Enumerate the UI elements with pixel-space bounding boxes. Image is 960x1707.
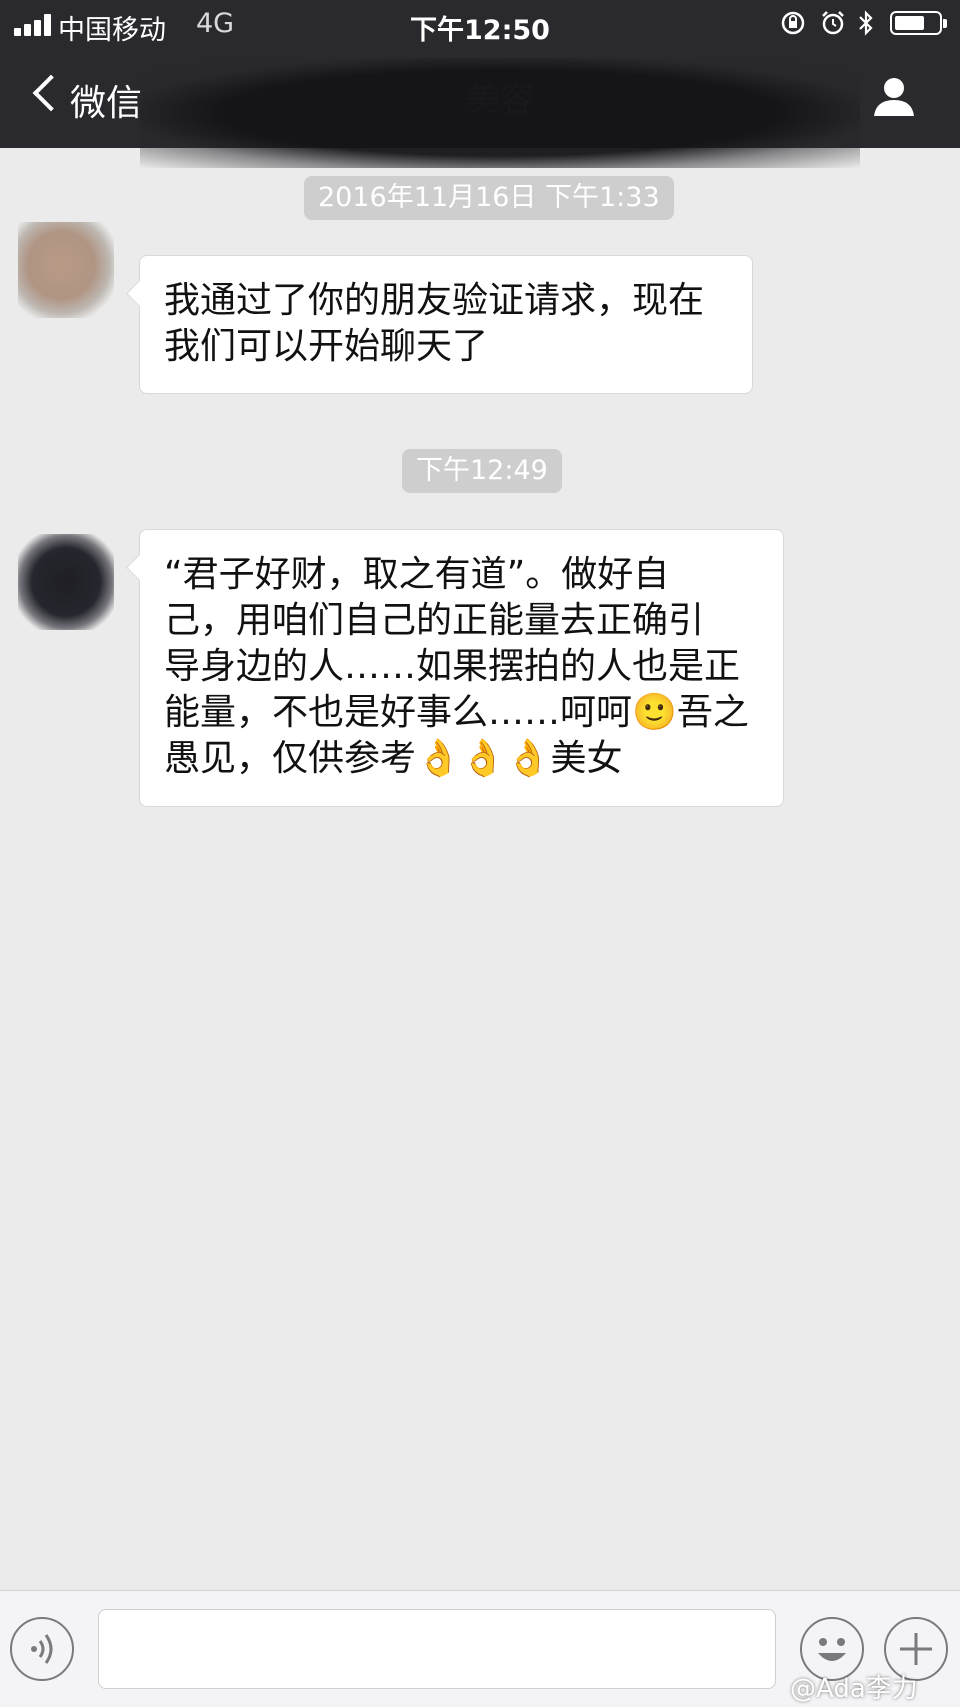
avatar[interactable] — [18, 222, 114, 318]
profile-icon[interactable] — [866, 68, 922, 124]
back-label: 微信 — [70, 83, 143, 124]
message-input[interactable] — [98, 1609, 776, 1689]
title-redaction — [140, 58, 860, 168]
alarm-icon — [822, 11, 844, 35]
orientation-lock-icon — [781, 11, 805, 35]
message-text: “君子好财，取之有道”。做好自 己，用咱们自己的正能量去正确引 导身边的人……如… — [164, 554, 749, 779]
voice-icon — [31, 1634, 53, 1664]
status-time: 下午12:50 — [410, 15, 550, 46]
message-bubble[interactable]: 我通过了你的朋友验证请求，现在 我们可以开始聊天了 — [139, 255, 753, 394]
battery-tip — [943, 19, 947, 28]
battery-icon — [890, 11, 942, 35]
bluetooth-icon — [859, 10, 873, 36]
nav-bar: 微信 美容 — [0, 48, 960, 168]
message-text: 我通过了你的朋友验证请求，现在 我们可以开始聊天了 — [164, 280, 705, 367]
avatar[interactable] — [18, 534, 114, 630]
message-timestamp: 2016年11月16日 下午1:33 — [304, 176, 674, 220]
voice-button[interactable] — [10, 1617, 74, 1681]
watermark: @Ada李力 — [790, 1674, 918, 1704]
status-bar: 中国移动 4G 下午12:50 — [0, 0, 960, 48]
back-chevron-icon — [32, 74, 70, 112]
message-bubble[interactable]: “君子好财，取之有道”。做好自 己，用咱们自己的正能量去正确引 导身边的人……如… — [139, 529, 784, 807]
message-timestamp: 下午12:49 — [402, 449, 562, 493]
